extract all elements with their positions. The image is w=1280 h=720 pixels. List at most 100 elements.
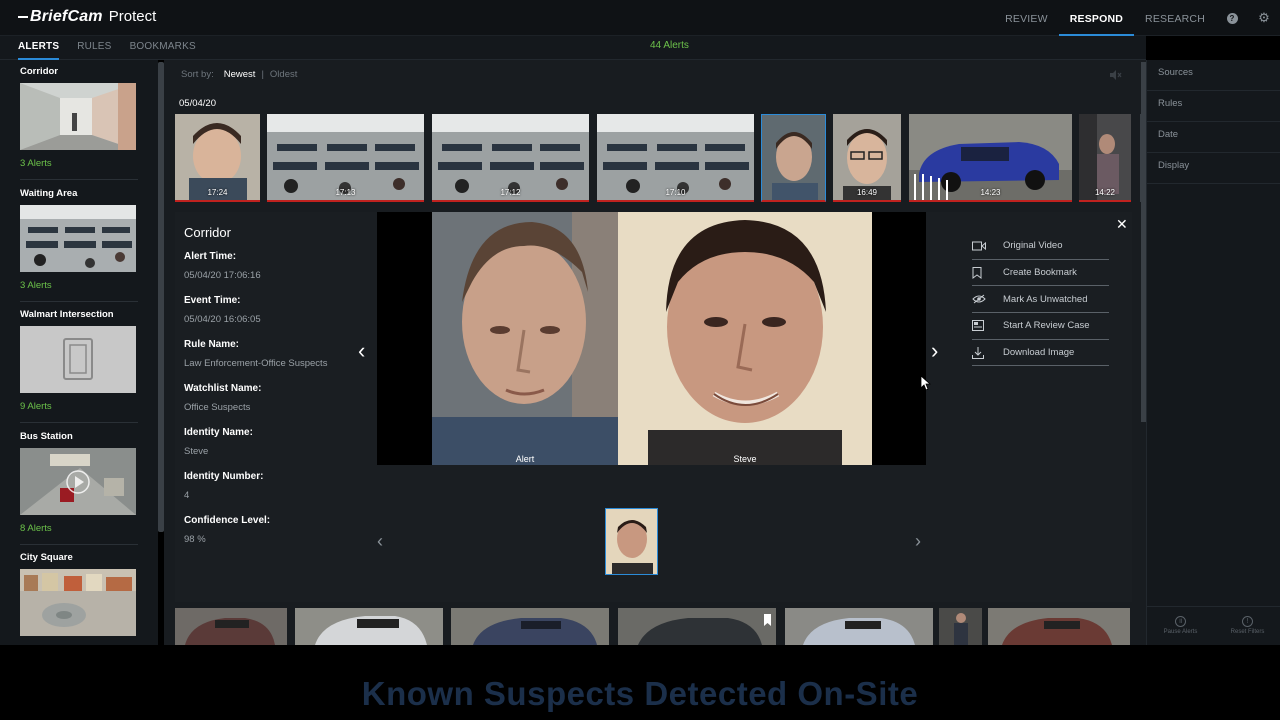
settings-button[interactable]: ⚙ [1248,0,1280,36]
divider [20,301,138,302]
field-event-time: Event Time: 05/04/20 16:06:05 [184,295,374,325]
nav-research[interactable]: RESEARCH [1134,0,1216,36]
alert-thumbnail[interactable]: 17:13 [267,114,424,202]
match-thumbnail[interactable] [605,508,658,575]
camera-alert-count: 9 Alerts [20,401,52,412]
camera-waiting-area[interactable]: Waiting Area 3 Alerts [20,188,138,291]
camera-walmart-intersection[interactable]: Walmart Intersection 9 Alerts [20,309,138,412]
filter-panel: Sources Rules Date Display ॥ Pause Alert… [1146,60,1280,645]
sub-bar: ALERTS RULES BOOKMARKS 44 Alerts [0,36,1146,60]
action-start-review-case[interactable]: Start A Review Case [972,313,1109,340]
alert-time: 17:13 [335,188,356,197]
vehicle-thumbnail[interactable] [295,608,443,645]
alert-thumbnail[interactable]: 16:49 [833,114,901,202]
app-logo[interactable]: BriefCam Protect [18,8,156,26]
mute-speaker-icon[interactable] [1110,70,1122,80]
sort-oldest[interactable]: Oldest [270,69,297,80]
reset-filters-button[interactable]: ! Reset Filters [1214,607,1280,645]
eye-icon [972,294,986,304]
camera-title: Walmart Intersection [20,309,114,320]
alert-thumbnail[interactable]: 17:12 [432,114,589,202]
vehicle-thumbnail[interactable] [451,608,609,645]
camera-corridor[interactable]: Corridor 3 Alerts [20,66,138,169]
tab-rules[interactable]: RULES [77,36,111,60]
date-label: 05/04/20 [179,98,216,109]
nav-review[interactable]: REVIEW [994,0,1059,36]
alert-time: 14:22 [1094,188,1116,197]
pause-alerts-label: Pause Alerts [1163,629,1198,635]
camera-title: Corridor [20,66,58,77]
pause-alerts-button[interactable]: ॥ Pause Alerts [1147,607,1214,645]
divider [20,422,138,423]
field-label: Identity Name: [184,427,253,438]
person-thumbnail[interactable] [939,608,982,645]
detail-title: Corridor [184,225,231,240]
camera-city-square[interactable]: City Square [20,552,138,636]
field-alert-time: Alert Time: 05/04/20 17:06:16 [184,251,374,281]
filter-display[interactable]: Display [1147,153,1280,184]
filter-date[interactable]: Date [1147,122,1280,153]
vehicle-thumbnail[interactable] [988,608,1130,645]
vehicle-thumbnail[interactable] [618,608,776,645]
video-icon [972,241,986,251]
camera-thumbnail[interactable] [20,448,136,515]
previous-alert-chevron-left-icon[interactable]: ‹ [358,340,365,362]
filter-sources[interactable]: Sources [1147,60,1280,91]
nav-respond[interactable]: RESPOND [1058,0,1135,36]
camera-alert-count: 3 Alerts [20,158,52,169]
field-value: 05/04/20 17:06:16 [184,270,261,281]
action-original-video[interactable]: Original Video [972,233,1109,260]
camera-bus-station[interactable]: Bus Station 8 Alerts [20,431,138,534]
watchlist-face-image: Steve [618,212,872,465]
bookmark-icon [972,266,982,279]
alert-thumbnail-selected[interactable] [761,114,826,202]
alert-thumbnail[interactable]: 17:10 [597,114,754,202]
help-button[interactable]: ? [1216,0,1248,36]
alert-thumbnail[interactable]: 14:23 [909,114,1072,202]
field-value: Office Suspects [184,402,251,413]
tab-alerts[interactable]: ALERTS [18,36,60,60]
help-icon: ? [1226,12,1238,24]
action-mark-as-unwatched[interactable]: Mark As Unwatched [972,286,1109,314]
sort-label: Sort by: [181,69,214,80]
field-value: 05/04/20 16:06:05 [184,314,261,325]
next-match-chevron-right-icon[interactable]: › [915,532,921,550]
alerts-main: Sort by: Newest | Oldest 05/04/20 17:24 [164,60,1146,645]
next-alert-chevron-right-icon[interactable]: › [931,340,938,362]
alert-face-image: Alert [432,212,618,465]
action-label: Mark As Unwatched [1003,293,1088,305]
tab-bookmarks[interactable]: BOOKMARKS [130,36,196,60]
alert-time: 14:23 [980,188,1001,197]
camera-thumbnail[interactable] [20,569,136,636]
field-identity-number: Identity Number: 4 [184,471,374,501]
pause-icon: ॥ [1175,616,1186,627]
alert-circle-icon: ! [1242,616,1253,627]
alert-actions-menu: Original Video Create Bookmark Mark As U… [972,233,1109,367]
face-comparison-viewer: Alert Steve [377,212,926,465]
camera-thumbnail-placeholder[interactable] [20,326,136,393]
camera-thumbnail[interactable] [20,205,136,272]
vehicle-thumbnail[interactable] [785,608,933,645]
camera-alert-count: 8 Alerts [20,523,52,534]
reset-filters-label: Reset Filters [1230,629,1265,635]
action-create-bookmark[interactable]: Create Bookmark [972,260,1109,287]
filter-rules[interactable]: Rules [1147,91,1280,122]
alert-thumbnail[interactable]: 14:22 [1079,114,1131,202]
previous-match-chevron-left-icon[interactable]: ‹ [377,532,383,550]
video-caption-text: Known Suspects Detected On-Site [361,675,919,712]
product-name: Protect [108,8,157,25]
sort-separator: | [261,69,264,80]
close-icon[interactable]: ✕ [1116,216,1128,233]
camera-thumbnail[interactable] [20,83,136,150]
filter-panel-footer: ॥ Pause Alerts ! Reset Filters [1147,606,1280,645]
alert-detail-panel: Corridor Alert Time: 05/04/20 17:06:16 E… [175,212,1132,602]
alert-count: 44 Alerts [650,40,689,51]
alert-thumbnail[interactable]: 17:24 [175,114,260,202]
viewer-caption-alert: Alert [515,454,535,464]
field-label: Watchlist Name: [184,383,262,394]
divider [20,179,138,180]
action-download-image[interactable]: Download Image [972,340,1109,367]
sort-newest[interactable]: Newest [224,69,256,80]
vehicle-thumbnail[interactable] [175,608,287,645]
viewer-caption-identity: Steve [733,454,757,464]
